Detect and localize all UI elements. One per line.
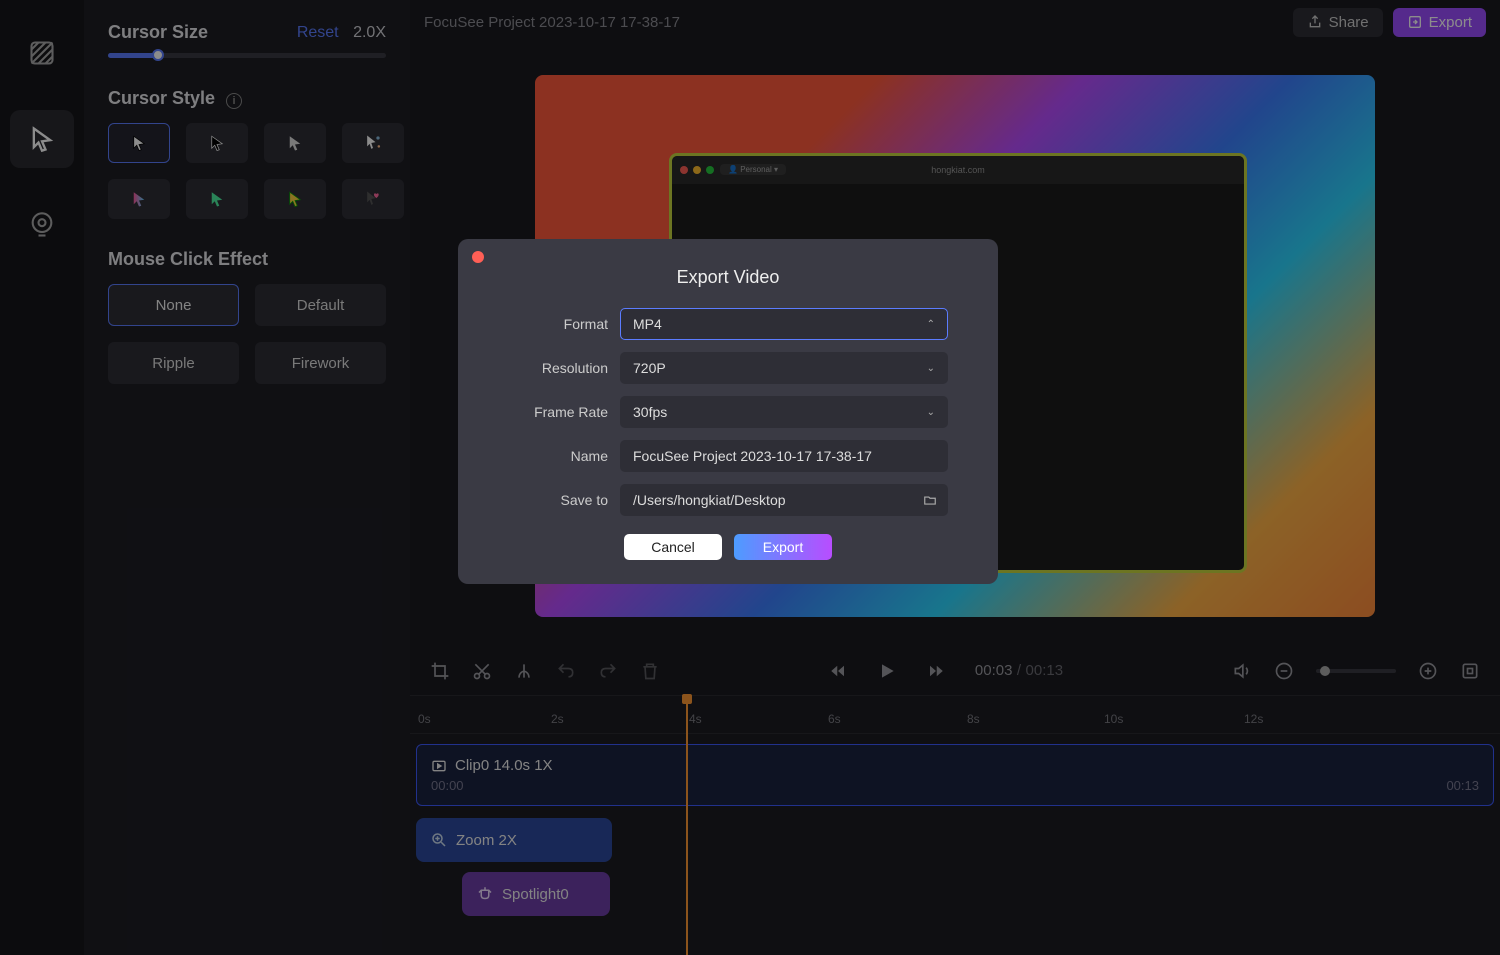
chevron-down-icon: ⌄ bbox=[927, 363, 935, 374]
export-confirm-button[interactable]: Export bbox=[734, 534, 832, 560]
close-icon[interactable] bbox=[472, 251, 484, 263]
label-saveto: Save to bbox=[508, 492, 608, 508]
saveto-input[interactable]: /Users/hongkiat/Desktop bbox=[620, 484, 948, 516]
framerate-select[interactable]: 30fps ⌄ bbox=[620, 396, 948, 428]
modal-overlay: Export Video Format MP4 ⌃ Resolution 720… bbox=[0, 0, 1500, 955]
resolution-select[interactable]: 720P ⌄ bbox=[620, 352, 948, 384]
label-format: Format bbox=[508, 316, 608, 332]
label-resolution: Resolution bbox=[508, 360, 608, 376]
chevron-up-icon: ⌃ bbox=[927, 319, 935, 330]
format-select[interactable]: MP4 ⌃ bbox=[620, 308, 948, 340]
cancel-button[interactable]: Cancel bbox=[624, 534, 722, 560]
name-input[interactable] bbox=[620, 440, 948, 472]
chevron-down-icon: ⌄ bbox=[927, 407, 935, 418]
folder-icon[interactable] bbox=[923, 493, 937, 507]
export-modal: Export Video Format MP4 ⌃ Resolution 720… bbox=[458, 239, 998, 584]
label-name: Name bbox=[508, 448, 608, 464]
modal-title: Export Video bbox=[458, 239, 998, 308]
label-framerate: Frame Rate bbox=[508, 404, 608, 420]
